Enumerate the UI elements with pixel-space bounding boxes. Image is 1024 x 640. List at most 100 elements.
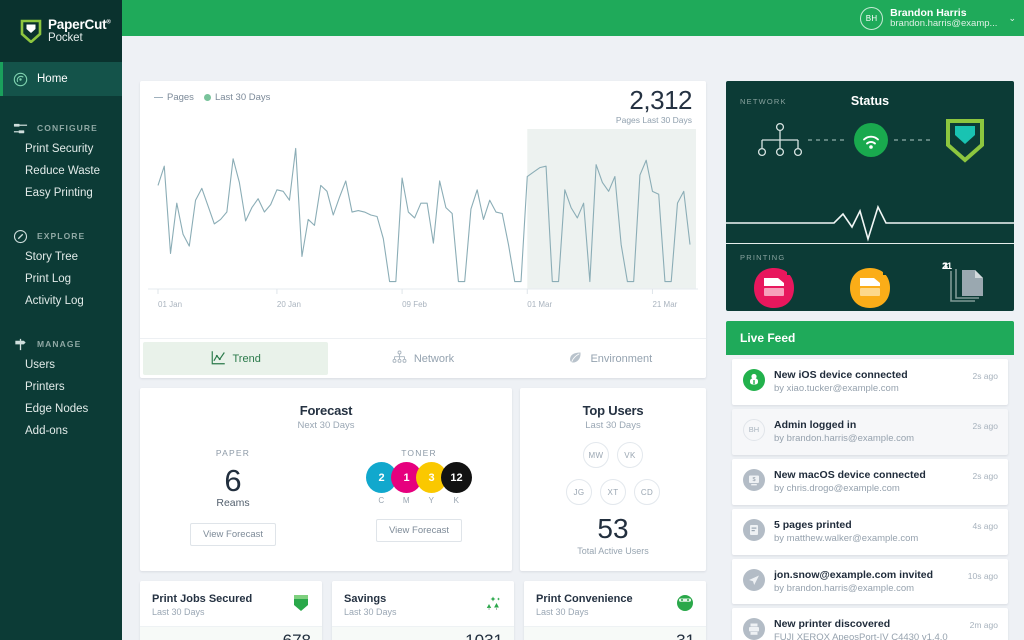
user-email: brandon.harris@examp... xyxy=(890,17,998,29)
toner-label-m: M xyxy=(402,496,411,505)
sidebar-item-reduce-waste[interactable]: Reduce Waste xyxy=(0,160,122,182)
tab-network[interactable]: Network xyxy=(330,342,515,375)
sidebar-item-home-label: Home xyxy=(37,73,68,85)
view-forecast-paper-button[interactable]: View Forecast xyxy=(189,522,276,546)
svg-text:20 Jan: 20 Jan xyxy=(277,300,301,309)
sidebar-item-edge-nodes[interactable]: Edge Nodes xyxy=(0,398,122,420)
metric-card-subtitle: Last 30 Days xyxy=(536,607,589,617)
live-feed-item-subtitle: FUJI XEROX ApeosPort-IV C4430 v1.4.0 Mul… xyxy=(774,632,948,640)
sidebar-item-printers[interactable]: Printers xyxy=(0,376,122,398)
chart-total-label: Pages Last 30 Days xyxy=(615,115,692,125)
top-user-avatar[interactable]: XT xyxy=(600,479,626,505)
computer-icon: $ xyxy=(743,468,765,491)
tab-environment[interactable]: Environment xyxy=(518,342,703,375)
smiley-icon xyxy=(675,593,695,613)
top-user-avatar[interactable]: JG xyxy=(566,479,592,505)
top-user-avatar[interactable]: VK xyxy=(617,442,643,468)
status-item-jobs-held[interactable]: 21 Jobs Held xyxy=(918,261,1014,311)
brand-trademark: ® xyxy=(106,19,111,26)
sidebar-item-add-ons[interactable]: Add-ons xyxy=(0,420,122,442)
total-active-users-label: Total Active Users xyxy=(577,546,649,556)
toner-label-y: Y xyxy=(428,496,435,505)
sidebar-group-configure-head: CONFIGURE xyxy=(0,118,122,138)
right-rail: NETWORK Status PRINTING 1 3 21 Live Feed… xyxy=(726,81,1014,640)
sidebar-item-story-tree[interactable]: Story Tree xyxy=(0,246,122,268)
user-menu[interactable]: BH Brandon Harris brandon.harris@examp..… xyxy=(860,6,1016,30)
user-name: Brandon Harris xyxy=(890,6,967,19)
live-feed-item[interactable]: New printer discovered FUJI XEROX ApeosPo… xyxy=(732,608,1008,640)
metric-row: Mobile print jobs 31 - % xyxy=(524,626,706,640)
metric-card-title: Print Jobs Secured xyxy=(152,593,253,605)
tab-network-label: Network xyxy=(413,352,455,365)
view-forecast-toner-button[interactable]: View Forecast xyxy=(375,519,462,542)
toner-bubbles: 2 1 3 12 xyxy=(326,462,512,493)
network-tree-icon xyxy=(392,350,407,368)
metric-card-print-jobs-secured: Print Jobs Secured Last 30 Days Securely… xyxy=(140,581,322,640)
metric-card-subtitle: Last 30 Days xyxy=(152,607,205,617)
shield-filled-icon xyxy=(291,593,311,613)
metric-card-title: Print Convenience xyxy=(536,593,633,605)
chart-total: 2,312 Pages Last 30 Days xyxy=(615,85,693,125)
sidebar-item-print-log[interactable]: Print Log xyxy=(0,268,122,290)
sidebar-item-activity-log[interactable]: Activity Log xyxy=(0,290,122,312)
tab-environment-label: Environment xyxy=(590,352,653,365)
top-users-row-1: MW VK xyxy=(520,442,706,468)
status-item-warning[interactable]: 3 Warning xyxy=(822,261,948,311)
brand-product: Pocket xyxy=(48,32,83,45)
avatar-initials-icon: BH xyxy=(743,418,765,441)
sidebar-item-home[interactable]: Home xyxy=(0,62,122,96)
metric-card-title: Savings xyxy=(344,593,387,605)
avatar: BH xyxy=(860,6,884,30)
chart-total-value: 2,312 xyxy=(629,85,692,115)
sidebar-group-explore-title: EXPLORE xyxy=(37,231,86,241)
live-feed-card: Live Feed New iOS device connected by xia… xyxy=(726,321,1014,640)
top-bar: BH Brandon Harris brandon.harris@examp..… xyxy=(122,0,1024,36)
live-feed-item[interactable]: 5 pages printed by matthew.walker@example… xyxy=(732,508,1008,555)
forecast-paper-label: PAPER xyxy=(215,448,251,458)
top-user-avatar[interactable]: MW xyxy=(583,442,609,468)
content-area: Pages Last 30 Days 2,312 Pages Last 30 D… xyxy=(122,36,1024,640)
metric-row: Securely released 678 ↑24% xyxy=(140,626,322,640)
live-feed-item[interactable]: jon.snow@example.com invited by brandon.h… xyxy=(732,558,1008,605)
chevron-down-icon[interactable]: ⌄ xyxy=(1008,13,1016,24)
live-feed-item-title: New printer discovered xyxy=(774,618,891,631)
live-feed-item-time: 2s ago xyxy=(972,420,998,431)
home-radar-icon xyxy=(13,72,28,87)
trend-chart-card: Pages Last 30 Days 2,312 Pages Last 30 D… xyxy=(140,81,706,378)
status-item-in-error[interactable]: 1 In Error xyxy=(726,261,948,311)
status-item-count: 21 xyxy=(941,261,952,271)
live-feed-item[interactable]: $ New macOS device connected by chris.drog… xyxy=(732,458,1008,505)
toner-bubble-k: 12 xyxy=(441,462,472,493)
live-feed-item[interactable]: New iOS device connected by xiao.tucker@e… xyxy=(732,359,1008,405)
forecast-paper-unit: Reams xyxy=(216,496,250,509)
live-feed-item-time: 2m ago xyxy=(969,620,998,631)
app-logo[interactable]: PaperCut® Pocket xyxy=(0,0,122,62)
sidebar-item-users[interactable]: Users xyxy=(0,354,122,376)
top-users-row-2: JG XT CD xyxy=(520,479,706,505)
pulse-line-icon xyxy=(726,205,1014,242)
metric-card-print-convenience: Print Convenience Last 30 Days Mobile pr… xyxy=(524,581,706,640)
metric-row-value: 1031 xyxy=(465,632,503,640)
sidebar-group-manage-title: MANAGE xyxy=(37,339,82,349)
svg-text:$: $ xyxy=(752,477,755,483)
top-user-avatar[interactable]: CD xyxy=(634,479,660,505)
sidebar-item-print-security[interactable]: Print Security xyxy=(0,138,122,160)
trend-line-plot: 01 Jan 20 Jan 09 Feb 01 Mar 21 Mar xyxy=(148,129,698,324)
printer-warning-icon xyxy=(849,267,891,309)
live-feed-item-time: 2s ago xyxy=(972,371,998,381)
forecast-card: Forecast Next 30 Days PAPER 6 Reams View… xyxy=(140,388,512,571)
live-feed-item-subtitle: by xiao.tucker@example.com xyxy=(774,383,899,394)
trend-chart-icon xyxy=(211,350,226,368)
top-users-subtitle: Last 30 Days xyxy=(585,420,641,431)
documents-held-icon xyxy=(945,267,987,309)
sidebar-group-manage-head: MANAGE xyxy=(0,334,122,354)
live-feed-item-title: Admin logged in xyxy=(774,418,857,431)
sidebar-group-manage: MANAGE Users Printers Edge Nodes Add-ons xyxy=(0,334,122,442)
forecast-toner: TONER 2 1 3 12 C M Y K View Forecast xyxy=(326,448,512,546)
sidebar-item-easy-printing[interactable]: Easy Printing xyxy=(0,182,122,204)
toner-label-c: C xyxy=(378,496,385,505)
live-feed-item[interactable]: BH Admin logged in by brandon.harris@examp… xyxy=(732,408,1008,455)
sliders-icon xyxy=(13,121,28,136)
top-users-card: Top Users Last 30 Days MW VK JG XT CD 53 To… xyxy=(520,388,706,571)
tab-trend[interactable]: Trend xyxy=(143,342,329,375)
